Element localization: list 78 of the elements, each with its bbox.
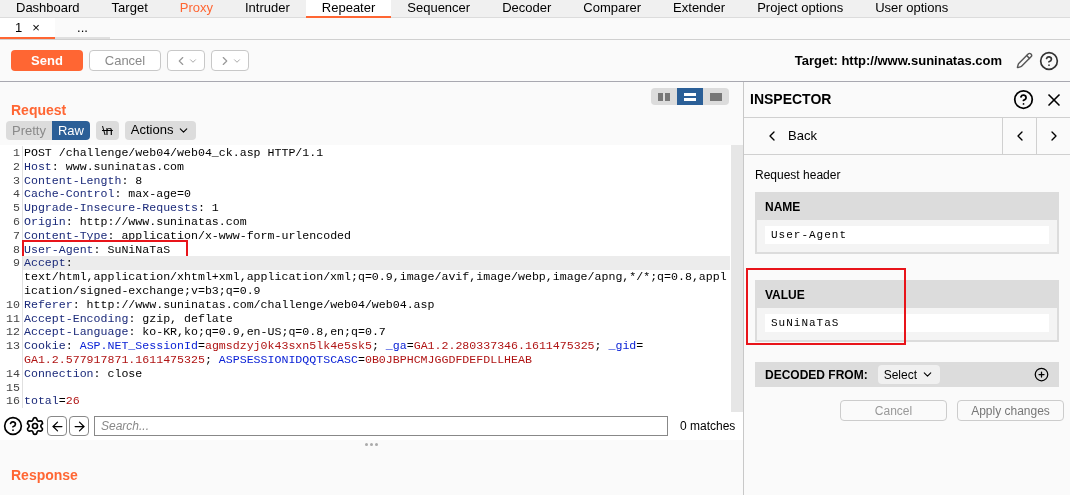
settings-icon[interactable] [25, 416, 45, 436]
main-tab[interactable]: Decoder [486, 0, 568, 18]
field-label: NAME [765, 199, 801, 216]
split-rows-icon [684, 92, 696, 101]
code-line: Accept: text/html,application/xhtml+xml,application/xml;q=0.9,image/avif,image/webp,image/apng,*/*;q=0.8,application/signed-exchange;v=b3;q=0.9 [24, 256, 727, 297]
line-number: 3 [12, 173, 21, 188]
line-number: 11 [5, 311, 21, 326]
code-line: Cache-Control: max-age=0 [24, 187, 191, 201]
code-line: Connection: close [24, 366, 143, 380]
back-button[interactable]: Back [744, 118, 1002, 154]
line-number: 9 [12, 256, 21, 272]
actions-button[interactable]: Actions [124, 120, 197, 140]
main-tab[interactable]: Target [95, 0, 164, 18]
request-title: Request [11, 101, 67, 120]
main-tab[interactable]: Intruder [229, 0, 306, 18]
next-match-button[interactable] [69, 416, 89, 436]
line-number: 1 [12, 146, 21, 160]
request-tab[interactable]: 1 × [0, 18, 55, 39]
resize-handle-icon[interactable] [365, 443, 378, 446]
code-line: Referer: http://www.suninatas.com/challenge/web04/web04.asp [24, 297, 435, 311]
main-tab[interactable]: Extender [657, 0, 742, 18]
newline-toggle[interactable]: \n [96, 120, 119, 140]
decode-select[interactable]: Select [877, 365, 941, 384]
field-value[interactable]: SuNiNaTaS [765, 314, 1049, 332]
field-value[interactable]: User-Agent [765, 226, 1049, 244]
code-line: Cookie: ASP.NET_SessionId=agmsdzyj0k43sxn5lk4e5sk5; _ga=GA1.2.280337346.1611475325; _gid= GA1.2.577917871.1611475325; ASPSESSIONIDQQTSCASC=0B0JBPHCMJGGDFDEFDLLHEAB [24, 339, 644, 366]
search-field[interactable]: Search... [94, 416, 668, 436]
help-icon[interactable] [3, 416, 23, 436]
main-tab[interactable]: Repeater [305, 0, 392, 18]
single-pane-icon [710, 92, 722, 101]
help-icon[interactable] [1013, 89, 1034, 110]
main-tab[interactable]: Sequencer [391, 0, 487, 18]
add-icon[interactable] [1034, 367, 1049, 382]
line-number: 14 [5, 366, 21, 381]
code-line: Accept-Language: ko-KR,ko;q=0.9,en-US;q=0.8,en;q=0.7 [24, 325, 386, 339]
line-number: 16 [5, 394, 21, 409]
response-title: Response [11, 466, 79, 485]
code-line: POST /challenge/web04/web04_ck.asp HTTP/1.1 [24, 146, 324, 159]
line-number: 12 [5, 325, 21, 340]
decoded-from-label: DECODED FROM: [765, 366, 868, 384]
apply-changes-button[interactable]: Apply changes [957, 400, 1064, 421]
close-icon[interactable]: × [32, 17, 40, 38]
section-title: Request header [755, 167, 842, 184]
inspector-title: INSPECTOR [750, 90, 833, 109]
line-number: 6 [12, 215, 21, 229]
split-columns-icon [658, 92, 670, 101]
target-label: Target: http://www.suninatas.com [794, 51, 1002, 70]
line-number: 15 [5, 380, 21, 395]
code-line: Content-Length: 8 [24, 173, 143, 187]
code-line: Origin: http://www.suninatas.com [24, 215, 247, 228]
main-tab[interactable]: Project options [741, 0, 860, 18]
match-count: 0 matches [680, 418, 736, 435]
scrollbar[interactable] [731, 145, 743, 412]
main-tab[interactable]: User options [859, 0, 965, 18]
code-line: Host: www.suninatas.com [24, 159, 185, 173]
request-tab[interactable]: ... [55, 18, 110, 39]
code-line: User-Agent: SuNiNaTaS [24, 241, 187, 257]
line-number: 4 [12, 187, 21, 202]
line-number: 10 [5, 297, 21, 312]
code-line: total=26 [24, 394, 80, 408]
view-mode-button[interactable] [677, 88, 703, 105]
line-number: 8 [12, 242, 21, 257]
main-tab[interactable]: Dashboard [0, 0, 96, 18]
code-line: Content-Type: application/x-www-form-urlencoded [24, 228, 351, 242]
code-line: Accept-Encoding: gzip, deflate [24, 311, 233, 325]
field-label: VALUE [765, 287, 805, 304]
code-line: Upgrade-Insecure-Requests: 1 [24, 201, 219, 215]
main-tab[interactable]: Comparer [567, 0, 658, 18]
cancel-button[interactable]: Cancel [89, 50, 161, 71]
line-number: 5 [12, 201, 21, 215]
format-tab[interactable]: Raw [51, 120, 90, 140]
edit-icon[interactable] [1016, 52, 1033, 69]
arrow-right-icon [71, 418, 87, 434]
line-number: 7 [12, 228, 21, 243]
line-number: 13 [5, 339, 21, 355]
line-number: 2 [12, 159, 21, 174]
previous-match-button[interactable] [47, 416, 67, 436]
help-icon[interactable] [1039, 50, 1059, 71]
